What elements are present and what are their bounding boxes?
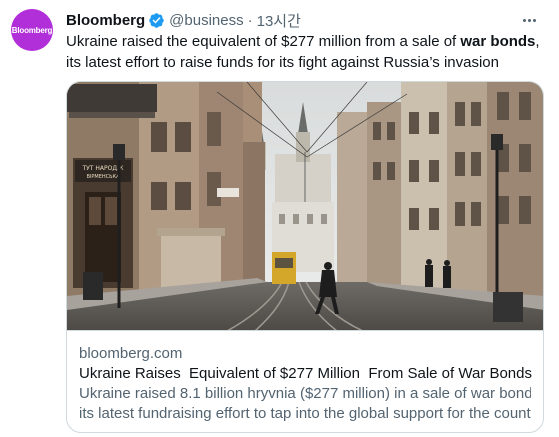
card-image: ТУТ НАРОДЖ ВІРМЕНСЬКА <box>67 82 543 331</box>
tweet-header: Bloomberg @business · 13시간 <box>66 10 301 30</box>
verified-badge-icon <box>148 12 165 29</box>
avatar[interactable]: Bloomberg <box>11 9 53 51</box>
tweet-text: Ukraine raised the equivalent of $277 mi… <box>66 31 546 73</box>
avatar-label: Bloomberg <box>11 25 53 35</box>
display-name[interactable]: Bloomberg <box>66 12 145 29</box>
separator-dot: · <box>247 11 253 29</box>
timestamp[interactable]: 13시간 <box>257 10 301 31</box>
tweet-text-part: Ukraine raised the equivalent of $277 mi… <box>66 33 461 50</box>
card-body: bloomberg.com Ukraine Raises Equivalent … <box>67 331 543 424</box>
more-horizontal-icon[interactable] <box>519 11 539 29</box>
handle[interactable]: @business <box>169 12 243 29</box>
card-title: Ukraine Raises Equivalent of $277 Millio… <box>79 365 532 382</box>
shop-sign-sub: ВІРМЕНСЬКА <box>86 174 120 180</box>
card-description-line: its latest fundraising effort to tap int… <box>79 405 531 422</box>
card-description-line: Ukraine raised 8.1 billion hryvnia ($277… <box>79 385 531 402</box>
tweet-text-bold: war bonds <box>460 33 536 50</box>
link-card[interactable]: ТУТ НАРОДЖ ВІРМЕНСЬКА bloomberg.com Ukra… <box>66 81 544 433</box>
card-description: Ukraine raised 8.1 billion hryvnia ($277… <box>79 384 531 424</box>
card-domain: bloomberg.com <box>79 345 183 362</box>
